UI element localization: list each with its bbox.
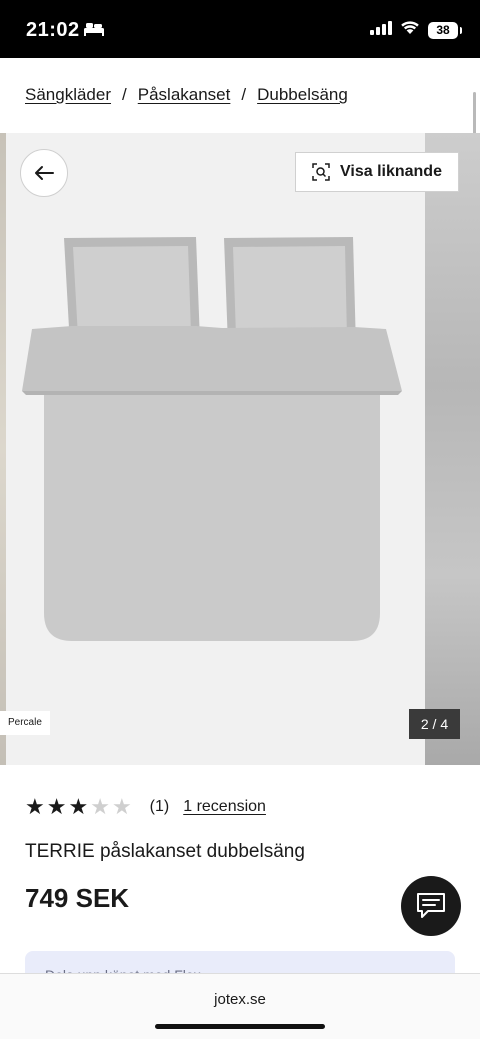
breadcrumb-link-sangklader[interactable]: Sängkläder [25,85,111,105]
visual-search-icon [312,163,330,181]
status-indicators: 38 [370,20,462,40]
home-indicator[interactable] [155,1024,325,1029]
product-image-gallery[interactable]: Visa liknande Percale 2 / 4 [0,133,480,765]
product-image[interactable] [6,133,425,765]
star-icon: ★ [68,794,89,819]
bed-icon [84,22,104,41]
star-icon: ★ [90,794,110,819]
visual-search-label: Visa liknande [340,163,442,180]
status-bar: 21:02 38 [0,0,480,58]
breadcrumb-separator: / [122,85,127,104]
breadcrumb: Sängkläder / Påslakanset / Dubbelsäng [25,85,348,105]
battery-icon: 38 [428,21,462,39]
chat-button[interactable] [401,876,461,936]
visual-search-button[interactable]: Visa liknande [295,152,459,192]
next-slide-peek[interactable] [425,133,480,765]
rating-count: (1) [149,798,170,815]
product-title: TERRIE påslakanset dubbelsäng [25,841,305,862]
signal-icon [370,20,392,40]
status-time: 21:02 [26,19,80,41]
chat-icon [417,893,445,918]
rating-stars: ★ ★ ★ ★ ★ [25,796,132,818]
arrow-left-icon [35,166,54,180]
browser-address-bar[interactable]: jotex.se [0,973,480,1039]
reviews-link[interactable]: 1 recension [183,798,266,816]
wifi-icon [400,20,420,40]
breadcrumb-link-paslakanset[interactable]: Påslakanset [138,85,231,105]
product-price: 749 SEK [25,883,130,913]
star-icon: ★ [46,794,67,819]
star-icon: ★ [25,794,45,819]
duvet-set-image [22,237,402,641]
browser-domain[interactable]: jotex.se [0,991,480,1008]
star-icon: ★ [111,794,132,819]
slide-counter: 2 / 4 [409,709,460,739]
breadcrumb-link-dubbelsang[interactable]: Dubbelsäng [257,85,348,105]
product-rating: ★ ★ ★ ★ ★ (1) 1 recension [25,796,266,818]
breadcrumb-separator: / [241,85,247,104]
material-badge: Percale [0,711,50,735]
back-button[interactable] [20,149,68,197]
